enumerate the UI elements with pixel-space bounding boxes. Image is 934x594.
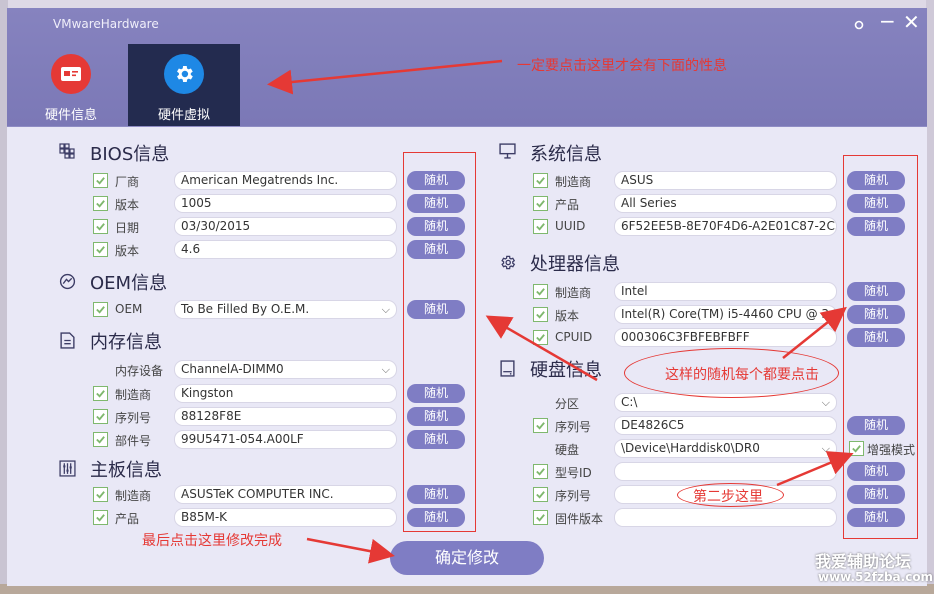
arrow-to-tab [267,59,503,95]
arrow-to-right-box [782,306,847,359]
desktop-background-right [926,0,934,594]
watermark-title: 我爱辅助论坛 [815,552,912,571]
arrow-to-left-box [485,315,598,382]
watermark-url: www.52fzba.com [818,570,934,584]
arrow-to-confirm [306,537,395,564]
annotation-arrows [267,59,854,564]
app-window: VMwareHardware − ✕ 硬件信息 硬件虚拟 BIOS信息 厂商 A… [7,8,927,586]
arrow-to-enhanced [776,451,854,487]
